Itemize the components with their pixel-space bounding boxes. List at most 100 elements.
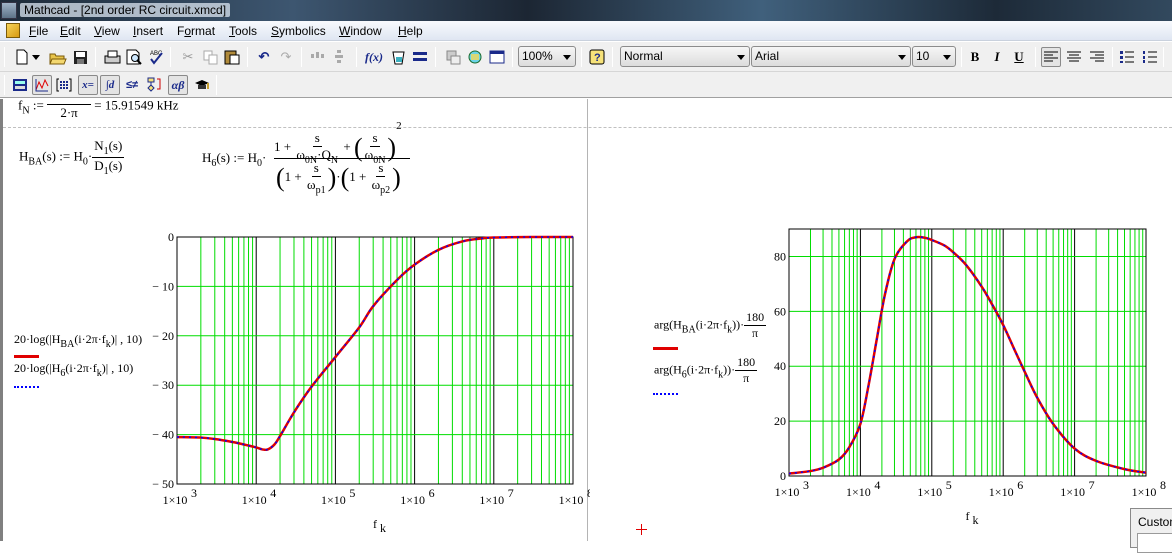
left-legend-expr1[interactable]: 20·log(|HBA(i·2π·fk)| , 10) <box>14 332 142 350</box>
symbolic-icon[interactable] <box>192 75 212 95</box>
toolbar-grip[interactable] <box>4 47 5 67</box>
insert-function-icon[interactable]: f(x) <box>364 47 384 67</box>
print-icon[interactable] <box>102 47 122 67</box>
menu-edit[interactable]: Edit <box>60 24 81 38</box>
squared: 2 <box>396 120 402 132</box>
resource-center-icon[interactable] <box>465 47 485 67</box>
align-down-icon[interactable] <box>330 47 350 67</box>
popup-content <box>1137 533 1172 553</box>
fn-num <box>47 92 92 105</box>
menu-symbolics[interactable]: Symbolics <box>271 24 326 38</box>
new-dropdown-icon[interactable] <box>30 47 42 67</box>
paste-icon[interactable] <box>222 47 242 67</box>
help-icon[interactable]: ? <box>587 47 607 67</box>
x-tick-exponent: 7 <box>1089 478 1095 492</box>
separator <box>216 75 217 95</box>
copy-icon[interactable] <box>200 47 220 67</box>
document-menu-icon[interactable] <box>6 23 20 38</box>
numbering-button[interactable] <box>1140 47 1160 67</box>
expr-text: )| , 10) <box>101 361 134 375</box>
align-left-button[interactable] <box>1041 47 1061 67</box>
x-tick-label: 1×10 <box>1132 485 1157 499</box>
omega-sub: p1 <box>315 185 326 196</box>
zoom-select[interactable]: 100% <box>518 46 576 67</box>
expr-sub: BA <box>681 324 696 336</box>
fn-result: = 15.91549 kHz <box>94 97 179 113</box>
align-center-button[interactable] <box>1064 47 1084 67</box>
left-legend-expr2[interactable]: 20·log(|H6(i·2π·fk)| , 10) <box>14 361 133 379</box>
menu-accel: H <box>398 24 407 38</box>
font-size-select[interactable]: 10 <box>912 46 956 67</box>
x-axis-label-sub: k <box>380 521 386 535</box>
hba-definition[interactable]: HBA(s) := H0· N1(s) D1(s) <box>19 138 125 177</box>
x-tick-exponent: 5 <box>946 478 952 492</box>
separator <box>356 47 357 67</box>
menu-insert[interactable]: Insert <box>133 24 163 38</box>
separator <box>95 47 96 67</box>
undo-icon[interactable]: ↶ <box>254 47 274 67</box>
h6-lhs: H6(s) := H0· <box>202 150 267 169</box>
style-select[interactable]: Normal <box>620 46 750 67</box>
menu-label: indow <box>350 24 382 38</box>
omega-sub: p2 <box>380 185 391 196</box>
bold-button[interactable]: B <box>965 47 985 67</box>
menu-label: iew <box>101 24 120 38</box>
x-tick-label: 1×10 <box>775 485 800 499</box>
phase-plot[interactable]: 0204060801×10 3 1×10 4 1×10 5 1×10 6 1×10 7 1×10 8f… <box>740 220 1172 538</box>
separator <box>1163 47 1164 67</box>
page-break-horizontal <box>3 127 1172 128</box>
y-tick-label: 40 <box>774 359 786 373</box>
menu-help[interactable]: Help <box>398 24 423 38</box>
separator <box>435 47 436 67</box>
align-across-icon[interactable] <box>308 47 328 67</box>
fn-definition[interactable]: fN := 2·π = 15.91549 kHz <box>18 92 179 117</box>
y-tick-label: − 20 <box>152 329 174 343</box>
menu-tools[interactable]: Tools <box>229 24 257 38</box>
omega: ω <box>371 177 381 192</box>
x-tick-label: 1×10 <box>917 485 942 499</box>
insert-unit-icon[interactable] <box>388 47 408 67</box>
hba-assign: := <box>59 148 71 164</box>
expr-text: ))· <box>723 362 736 377</box>
new-icon[interactable] <box>12 47 32 67</box>
style-value: Normal <box>624 49 663 63</box>
crosshair-cursor <box>636 524 647 535</box>
print-preview-icon[interactable] <box>124 47 144 67</box>
s-symbol: s <box>370 130 380 148</box>
cut-icon[interactable]: ✂ <box>178 47 198 67</box>
legend-line-blue-dotted <box>14 386 39 388</box>
menu-window[interactable]: Window <box>339 24 382 38</box>
plot-frame <box>176 236 574 485</box>
y-tick-label: − 10 <box>152 279 174 293</box>
menu-accel: W <box>339 24 351 38</box>
magnitude-plot[interactable]: 0− 10− 20− 30− 40− 501×10 3 1×10 4 1×10 5 1×10… <box>140 228 590 538</box>
menu-format[interactable]: Format <box>177 24 215 38</box>
italic-button[interactable]: I <box>987 47 1007 67</box>
menu-view[interactable]: View <box>94 24 120 38</box>
series-line-blue-dotted <box>176 236 574 451</box>
menu-file[interactable]: File <box>29 24 48 38</box>
insert-table-icon[interactable] <box>487 47 507 67</box>
menu-label: rmat <box>191 24 216 38</box>
popup-label: Custom <box>1138 515 1172 529</box>
insert-component-icon[interactable] <box>443 47 463 67</box>
menu-accel: S <box>271 24 280 38</box>
spellcheck-icon[interactable]: ABC <box>146 47 166 67</box>
s-symbol: s <box>376 160 386 177</box>
h6-num-one: 1 + <box>274 139 292 154</box>
y-tick-label: − 40 <box>152 428 174 442</box>
align-right-button[interactable] <box>1087 47 1107 67</box>
y-tick-label: 60 <box>774 304 786 318</box>
save-icon[interactable] <box>70 47 90 67</box>
redo-icon[interactable]: ↷ <box>276 47 296 67</box>
toolbar-grip[interactable] <box>4 75 5 95</box>
calculate-icon[interactable] <box>410 47 430 67</box>
custom-toolbar-popup[interactable]: Custom <box>1130 508 1172 553</box>
underline-button[interactable]: U <box>1009 47 1029 67</box>
expr-text: )| , 10) <box>110 332 143 346</box>
one-plus: 1 + <box>349 168 367 184</box>
font-select[interactable]: Arial <box>751 46 911 67</box>
bullets-button[interactable] <box>1117 47 1137 67</box>
h6-name: H <box>202 150 212 165</box>
open-icon[interactable] <box>48 47 68 67</box>
